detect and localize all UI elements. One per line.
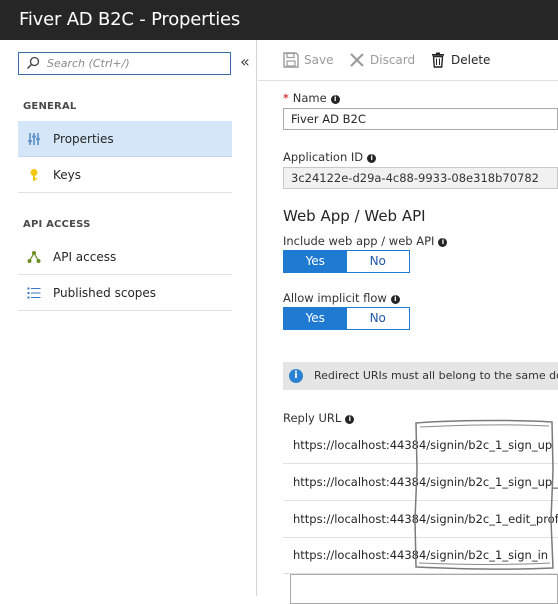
include-web-app-toggle: Yes No: [283, 250, 410, 273]
section-header-api-access: API ACCESS: [23, 219, 91, 230]
key-icon: [30, 169, 38, 181]
sidebar-item-label: Keys: [53, 168, 82, 182]
sidebar-item-label: API access: [53, 250, 117, 264]
include-web-app-label: Include web app / web API i: [283, 234, 448, 248]
implicit-flow-label: Allow implicit flow i: [283, 291, 400, 305]
sidebar-item-label: Properties: [53, 132, 114, 146]
list-icon: [27, 287, 41, 299]
name-label: * Name i: [283, 91, 340, 105]
reply-url-row[interactable]: https://localhost:44384/signin/b2c_1_edi…: [283, 501, 558, 538]
required-marker: *: [283, 91, 289, 105]
save-button[interactable]: Save: [283, 51, 333, 69]
name-field[interactable]: Fiver AD B2C: [283, 108, 558, 130]
sidebar-item-api-access[interactable]: API access: [18, 239, 232, 275]
reply-url-row[interactable]: https://localhost:44384/signin/b2c_1_sig…: [283, 464, 558, 501]
include-web-app-yes[interactable]: Yes: [284, 251, 347, 272]
sidebar: « GENERAL Properties Keys API ACCESS API…: [0, 40, 257, 596]
implicit-flow-no[interactable]: No: [346, 308, 409, 329]
application-id-label: Application ID i: [283, 150, 377, 164]
sidebar-item-published-scopes[interactable]: Published scopes: [18, 275, 232, 311]
delete-button[interactable]: Delete: [430, 51, 490, 69]
implicit-flow-yes[interactable]: Yes: [284, 308, 347, 329]
collapse-sidebar-button[interactable]: «: [240, 52, 250, 72]
properties-icon: [28, 133, 40, 145]
search-box[interactable]: [18, 52, 231, 75]
reply-url-row[interactable]: https://localhost:44384/signin/b2c_1_sig…: [283, 537, 558, 574]
reply-url-label: Reply URL i: [283, 411, 355, 425]
sidebar-item-properties[interactable]: Properties: [18, 121, 232, 157]
sidebar-item-keys[interactable]: Keys: [18, 157, 232, 193]
save-icon: [283, 52, 299, 68]
info-icon[interactable]: i: [438, 238, 448, 247]
discard-icon: [350, 53, 364, 67]
web-app-section-title: Web App / Web API: [283, 207, 426, 225]
include-web-app-no[interactable]: No: [346, 251, 409, 272]
sidebar-item-label: Published scopes: [53, 286, 157, 300]
toolbar: Save Discard Delete: [258, 40, 558, 81]
window-title: Fiver AD B2C - Properties: [0, 0, 558, 40]
search-input[interactable]: [47, 54, 227, 73]
info-banner: i Redirect URIs must all belong to the s…: [283, 362, 558, 390]
info-icon: i: [289, 369, 303, 383]
discard-button[interactable]: Discard: [349, 51, 415, 69]
reply-url-row[interactable]: https://localhost:44384/signin/b2c_1_sig…: [283, 427, 558, 464]
search-icon: [26, 56, 40, 70]
api-access-icon: [27, 251, 41, 263]
new-reply-url-input[interactable]: [290, 574, 558, 604]
info-icon[interactable]: i: [345, 415, 355, 424]
application-id-field[interactable]: 3c24122e-d29a-4c88-9933-08e318b70782: [283, 167, 558, 189]
info-icon[interactable]: i: [330, 95, 340, 104]
properties-panel: Save Discard Delete * Name i Fiver AD B2C …: [258, 40, 558, 604]
section-header-general: GENERAL: [23, 101, 77, 112]
info-icon[interactable]: i: [367, 154, 377, 163]
implicit-flow-toggle: Yes No: [283, 307, 410, 330]
info-icon[interactable]: i: [390, 295, 400, 304]
trash-icon: [432, 52, 444, 68]
